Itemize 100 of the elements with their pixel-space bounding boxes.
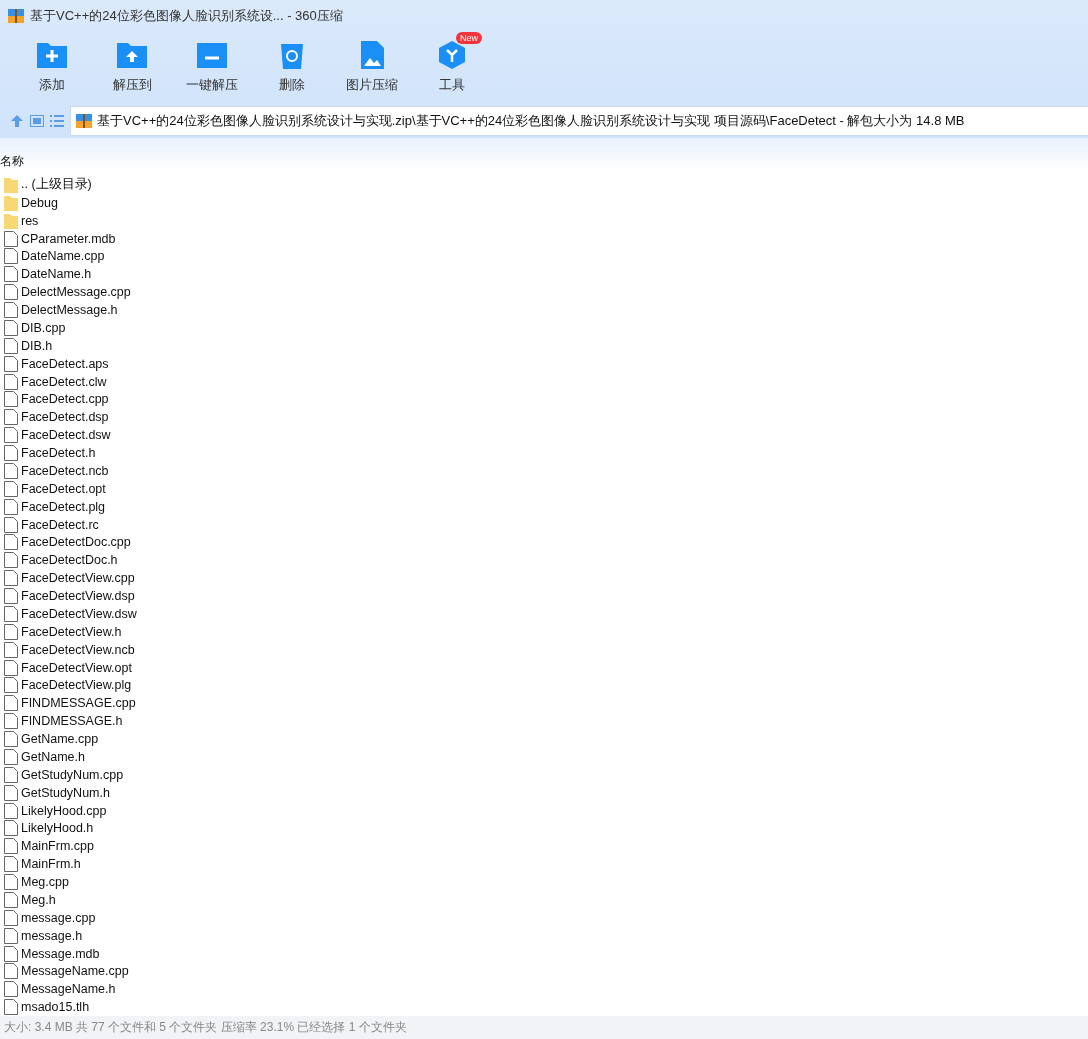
file-name[interactable]: FINDMESSAGE.cpp <box>21 696 136 711</box>
file-icon <box>4 623 18 640</box>
file-name[interactable]: MainFrm.h <box>21 857 81 872</box>
file-name[interactable]: FaceDetect.clw <box>21 374 107 389</box>
column-header[interactable]: 名称 <box>0 153 24 170</box>
file-name[interactable]: FaceDetect.dsp <box>21 410 109 425</box>
file-name[interactable]: Message.mdb <box>21 946 100 961</box>
file-icon <box>4 927 18 944</box>
file-name[interactable]: FaceDetectView.dsw <box>21 606 137 621</box>
file-name[interactable]: .. (上级目录) <box>21 176 92 194</box>
file-icon <box>4 605 18 622</box>
folder-icon <box>4 212 18 229</box>
file-name[interactable]: GetStudyNum.h <box>21 785 110 800</box>
file-name[interactable]: FaceDetectView.opt <box>21 660 132 675</box>
folder-minus-icon <box>196 40 228 70</box>
file-name[interactable]: DIB.h <box>21 338 53 353</box>
window-view-icon[interactable] <box>30 115 44 127</box>
file-icon <box>4 570 18 587</box>
file-name[interactable]: FaceDetect.aps <box>21 356 109 371</box>
file-icon <box>4 427 18 444</box>
file-icon <box>4 498 18 515</box>
file-icon <box>4 945 18 962</box>
file-name[interactable]: res <box>21 213 39 228</box>
toolbar-button[interactable]: 添加 <box>12 32 92 104</box>
file-icon <box>4 909 18 926</box>
file-name[interactable]: FaceDetect.rc <box>21 517 99 532</box>
file-name[interactable]: GetName.cpp <box>21 732 99 747</box>
file-name[interactable]: FaceDetect.plg <box>21 499 106 514</box>
file-name[interactable]: Debug <box>21 195 58 210</box>
file-icon <box>4 534 18 551</box>
file-icon <box>4 319 18 336</box>
file-name[interactable]: DIB.cpp <box>21 320 66 335</box>
archive-icon <box>76 113 92 129</box>
file-name[interactable]: CParameter.mdb <box>21 231 116 246</box>
toolbar-button[interactable]: 图片压缩 <box>332 32 412 104</box>
file-name[interactable]: FaceDetectView.h <box>21 624 122 639</box>
folder-icon <box>4 176 18 193</box>
file-name[interactable]: FaceDetectView.cpp <box>21 571 135 586</box>
file-icon <box>4 248 18 265</box>
file-name[interactable]: FaceDetectDoc.h <box>21 553 118 568</box>
file-icon <box>4 677 18 694</box>
toolbar-button[interactable]: 删除 <box>252 32 332 104</box>
file-icon <box>4 266 18 283</box>
archive-icon <box>8 8 24 24</box>
file-icon <box>4 713 18 730</box>
file-name[interactable]: MessageName.cpp <box>21 964 129 979</box>
file-name[interactable]: LikelyHood.cpp <box>21 803 107 818</box>
file-name[interactable]: FaceDetect.h <box>21 446 96 461</box>
file-icon <box>4 552 18 569</box>
file-name[interactable]: Meg.cpp <box>21 875 69 890</box>
file-name[interactable]: FaceDetect.dsw <box>21 428 111 443</box>
file-name[interactable]: Meg.h <box>21 892 56 907</box>
toolbar-button[interactable]: 一键解压 <box>172 32 252 104</box>
file-name[interactable]: FaceDetect.opt <box>21 481 106 496</box>
file-name[interactable]: msado15.tlh <box>21 1000 90 1015</box>
folder-icon <box>4 194 18 211</box>
file-icon <box>4 588 18 605</box>
file-icon <box>4 641 18 658</box>
file-icon <box>4 999 18 1016</box>
file-name[interactable]: MainFrm.cpp <box>21 839 94 854</box>
file-name[interactable]: GetStudyNum.cpp <box>21 767 124 782</box>
address-field[interactable]: 基于VC++的24位彩色图像人脸识别系统设计与实现.zip\基于VC++的24位彩色图像人脸识别系统设计与实现 项目源码\FaceDetect - 解包大小为 14.8 MB <box>70 106 1088 136</box>
file-icon <box>4 802 18 819</box>
toolbar-button[interactable]: New 工具 <box>412 32 492 104</box>
file-name[interactable]: GetName.h <box>21 749 85 764</box>
file-icon <box>4 373 18 390</box>
file-icon <box>4 891 18 908</box>
file-name[interactable]: FaceDetectDoc.cpp <box>21 535 131 550</box>
status-text: 大小: 3.4 MB 共 77 个文件和 5 个文件夹 压缩率 23.1% 已经选择 1 个文件夹 <box>4 1019 407 1036</box>
file-name[interactable]: FaceDetect.ncb <box>21 463 109 478</box>
file-name[interactable]: FaceDetect.cpp <box>21 392 109 407</box>
file-icon <box>4 748 18 765</box>
file-icon <box>4 838 18 855</box>
up-arrow-icon[interactable] <box>10 114 24 128</box>
file-icon <box>4 409 18 426</box>
file-name[interactable]: message.h <box>21 928 83 943</box>
folder-plus-icon <box>36 40 68 70</box>
file-icon <box>4 695 18 712</box>
file-name[interactable]: FaceDetectView.dsp <box>21 589 135 604</box>
file-icon <box>4 284 18 301</box>
file-name[interactable]: FINDMESSAGE.h <box>21 714 123 729</box>
file-name[interactable]: message.cpp <box>21 910 96 925</box>
file-name[interactable]: DateName.cpp <box>21 249 105 264</box>
file-icon <box>4 784 18 801</box>
toolbar-button[interactable]: 解压到 <box>92 32 172 104</box>
list-view-icon[interactable] <box>50 115 64 127</box>
file-name[interactable]: MessageName.h <box>21 982 116 997</box>
file-name[interactable]: DelectMessage.h <box>21 303 118 318</box>
file-name[interactable]: FaceDetectView.ncb <box>21 642 135 657</box>
file-name[interactable]: LikelyHood.h <box>21 821 94 836</box>
file-icon <box>4 874 18 891</box>
file-name[interactable]: DateName.h <box>21 267 92 282</box>
file-icon <box>4 766 18 783</box>
file-icon <box>4 230 18 247</box>
file-name[interactable]: DelectMessage.cpp <box>21 285 131 300</box>
file-name[interactable]: FaceDetectView.plg <box>21 678 132 693</box>
file-icon <box>4 820 18 837</box>
tools-hexagon-icon <box>436 40 468 70</box>
file-icon <box>4 337 18 354</box>
file-icon <box>4 731 18 748</box>
